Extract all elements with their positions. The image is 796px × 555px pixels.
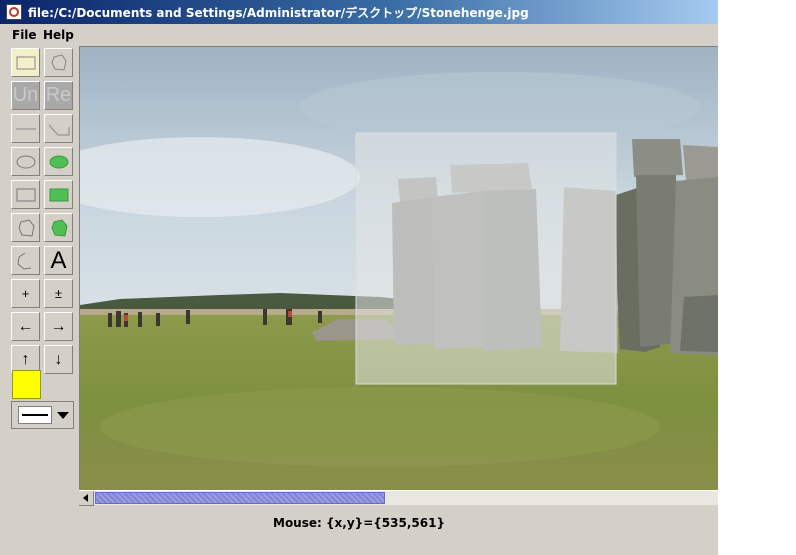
rectangle-filled-icon <box>49 188 68 201</box>
chevron-down-icon[interactable] <box>57 412 69 419</box>
menu-file[interactable]: File <box>12 28 37 42</box>
arrow-left-icon: ← <box>17 317 34 335</box>
tool-palette: Un Re A + ± ← → ↑ ↓ <box>0 46 79 501</box>
lasso-select-tool[interactable] <box>44 48 73 77</box>
java-cup-icon <box>6 4 22 20</box>
redo-button[interactable]: Re <box>44 81 73 110</box>
mouse-status: Mouse: {x,y}={535,561} <box>273 516 445 530</box>
ellipse-tool[interactable] <box>11 147 40 176</box>
image-canvas[interactable] <box>79 46 718 490</box>
line-icon <box>15 128 36 129</box>
polygon-filled-icon <box>50 218 68 237</box>
move-left-button[interactable]: ← <box>11 312 40 341</box>
app-window: file:/C:/Documents and Settings/Administ… <box>0 0 718 555</box>
text-tool[interactable]: A <box>44 246 73 275</box>
plus-icon: + <box>21 286 30 301</box>
horizontal-scrollbar[interactable] <box>79 490 718 506</box>
polygon-tool[interactable] <box>11 213 40 242</box>
text-tool-label: A <box>50 246 67 274</box>
window-title: file:/C:/Documents and Settings/Administ… <box>28 6 529 20</box>
filled-polygon-tool[interactable] <box>44 213 73 242</box>
arrow-right-icon: → <box>50 317 67 335</box>
color-picker-swatch[interactable] <box>12 370 41 399</box>
zoom-toggle-button[interactable]: ± <box>44 279 73 308</box>
arrow-up-icon: ↑ <box>21 350 30 368</box>
rectangle-outline-icon <box>16 188 35 201</box>
rectangle-select-tool[interactable] <box>11 48 40 77</box>
menu-help[interactable]: Help <box>43 28 74 42</box>
ellipse-filled-icon <box>49 155 68 168</box>
arrow-down-icon: ↓ <box>54 350 63 368</box>
ellipse-outline-icon <box>16 155 35 168</box>
move-right-button[interactable]: → <box>44 312 73 341</box>
rectangle-tool[interactable] <box>11 180 40 209</box>
filled-rectangle-tool[interactable] <box>44 180 73 209</box>
undo-button[interactable]: Un <box>11 81 40 110</box>
rectangle-select-icon <box>16 56 35 69</box>
move-down-button[interactable]: ↓ <box>44 345 73 374</box>
stonehenge-photo <box>80 47 718 490</box>
line-tool[interactable] <box>11 114 40 143</box>
scroll-left-icon[interactable] <box>79 491 94 506</box>
lasso-select-icon <box>50 53 67 71</box>
line-style-dropdown[interactable] <box>11 401 74 429</box>
freehand-tool[interactable] <box>11 246 40 275</box>
freehand-icon <box>16 252 31 270</box>
polygon-outline-icon <box>17 218 35 237</box>
zoom-in-button[interactable]: + <box>11 279 40 308</box>
menu-bar: File Help <box>0 24 718 45</box>
plus-minus-icon: ± <box>54 286 63 301</box>
line-style-preview <box>18 406 52 424</box>
polyline-icon <box>48 124 69 135</box>
filled-ellipse-tool[interactable] <box>44 147 73 176</box>
polyline-tool[interactable] <box>44 114 73 143</box>
scrollbar-thumb[interactable] <box>95 492 385 504</box>
title-bar: file:/C:/Documents and Settings/Administ… <box>0 0 718 24</box>
selection-rectangle[interactable] <box>355 132 617 385</box>
